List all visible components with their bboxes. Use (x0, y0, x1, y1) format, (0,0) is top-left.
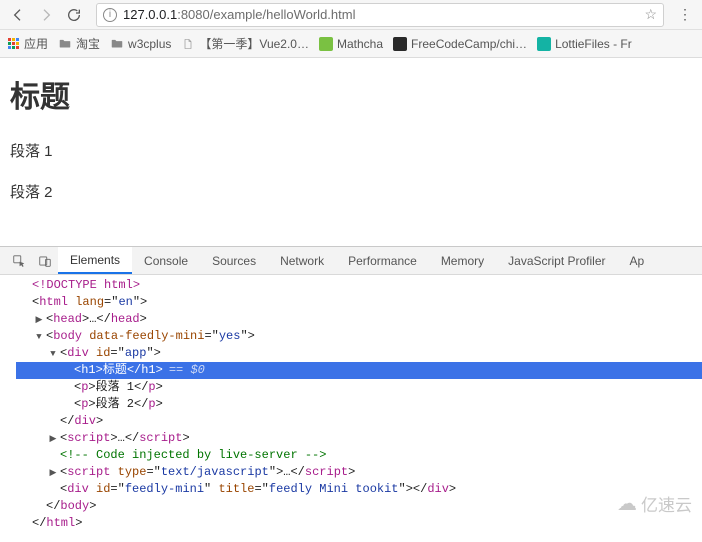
elements-tree[interactable]: <!DOCTYPE html> <html lang="en"> ▶<head>… (0, 275, 702, 542)
tab-console[interactable]: Console (132, 247, 200, 274)
page-paragraph: 段落 2 (10, 181, 692, 202)
disclosure-triangle-icon[interactable]: ▼ (48, 346, 58, 363)
bookmark-label: 应用 (24, 35, 48, 52)
dom-line-selected[interactable]: <h1>标题</h1>== $0 (16, 362, 702, 379)
dom-line[interactable]: ▶<script type="text/javascript">…</scrip… (16, 464, 702, 481)
bookmark-folder-taobao[interactable]: 淘宝 (58, 35, 100, 52)
url-text: 127.0.0.1:8080/example/helloWorld.html (123, 7, 638, 22)
apps-icon (6, 37, 20, 51)
address-bar[interactable]: i 127.0.0.1:8080/example/helloWorld.html… (96, 3, 664, 27)
dom-line[interactable]: </div> (16, 413, 702, 430)
bookmark-label: LottieFiles - Fr (555, 37, 632, 51)
devtools-panel: Elements Console Sources Network Perform… (0, 246, 702, 542)
disclosure-triangle-icon[interactable]: ▼ (34, 329, 44, 346)
folder-icon (110, 37, 124, 51)
page-paragraph: 段落 1 (10, 140, 692, 161)
dom-line[interactable]: ▼<body data-feedly-mini="yes"> (16, 328, 702, 345)
bookmark-label: FreeCodeCamp/chi… (411, 37, 527, 51)
site-info-icon[interactable]: i (103, 8, 117, 22)
tab-network[interactable]: Network (268, 247, 336, 274)
tab-more[interactable]: Ap (618, 247, 657, 274)
dom-line[interactable]: <p>段落 1</p> (16, 379, 702, 396)
tab-js-profiler[interactable]: JavaScript Profiler (496, 247, 617, 274)
bookmark-mathcha[interactable]: Mathcha (319, 37, 383, 51)
bookmark-label: Mathcha (337, 37, 383, 51)
bookmark-apps[interactable]: 应用 (6, 35, 48, 52)
tab-memory[interactable]: Memory (429, 247, 496, 274)
bookmark-lottie[interactable]: LottieFiles - Fr (537, 37, 632, 51)
device-toolbar-icon[interactable] (32, 254, 58, 268)
tab-performance[interactable]: Performance (336, 247, 429, 274)
forward-button[interactable] (34, 3, 58, 27)
dom-line[interactable]: ▶<script>…</script> (16, 430, 702, 447)
bookmark-label: 淘宝 (76, 35, 100, 52)
tab-elements[interactable]: Elements (58, 247, 132, 274)
browser-toolbar: i 127.0.0.1:8080/example/helloWorld.html… (0, 0, 702, 30)
devtools-tabbar: Elements Console Sources Network Perform… (0, 247, 702, 275)
bookmark-folder-w3cplus[interactable]: w3cplus (110, 37, 171, 51)
dom-line[interactable]: <html lang="en"> (16, 294, 702, 311)
bookmark-fcc[interactable]: FreeCodeCamp/chi… (393, 37, 527, 51)
disclosure-triangle-icon[interactable]: ▶ (48, 431, 58, 448)
dom-line[interactable]: ▶<head>…</head> (16, 311, 702, 328)
page-heading: 标题 (10, 72, 692, 116)
inspect-element-icon[interactable] (6, 254, 32, 268)
bookmark-label: 【第一季】Vue2.0… (199, 35, 309, 52)
reload-button[interactable] (62, 3, 86, 27)
browser-menu-icon[interactable]: ⋮ (674, 6, 696, 23)
disclosure-triangle-icon[interactable]: ▶ (48, 465, 58, 482)
back-button[interactable] (6, 3, 30, 27)
bookmark-label: w3cplus (128, 37, 171, 51)
bookmark-star-icon[interactable]: ☆ (644, 6, 657, 23)
mathcha-icon (319, 37, 333, 51)
tab-sources[interactable]: Sources (200, 247, 268, 274)
bookmark-vue[interactable]: 【第一季】Vue2.0… (181, 35, 309, 52)
dom-line[interactable]: <div id="feedly-mini" title="feedly Mini… (16, 481, 702, 498)
dom-line[interactable]: <p>段落 2</p> (16, 396, 702, 413)
dom-line[interactable]: <!DOCTYPE html> (16, 277, 702, 294)
folder-icon (58, 37, 72, 51)
page-content: 标题 段落 1 段落 2 (0, 58, 702, 246)
lottiefiles-icon (537, 37, 551, 51)
dom-line[interactable]: <!-- Code injected by live-server --> (16, 447, 702, 464)
bookmarks-bar: 应用 淘宝 w3cplus 【第一季】Vue2.0… Mathcha FreeC… (0, 30, 702, 58)
freecodecamp-icon (393, 37, 407, 51)
dom-line[interactable]: </html> (16, 515, 702, 532)
disclosure-triangle-icon[interactable]: ▶ (34, 312, 44, 329)
file-icon (181, 37, 195, 51)
dom-line[interactable]: ▼<div id="app"> (16, 345, 702, 362)
dom-line[interactable]: </body> (16, 498, 702, 515)
